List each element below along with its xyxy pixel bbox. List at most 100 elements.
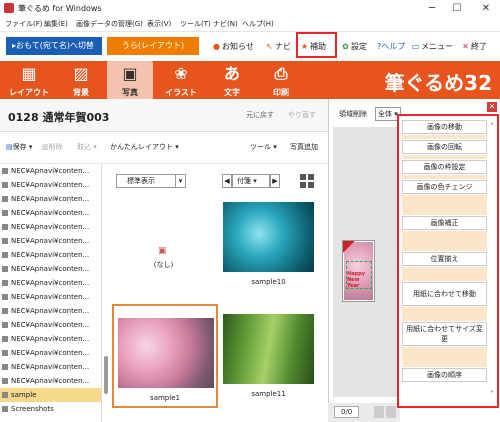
folder-item[interactable]: NEC¥Apnavi¥conten... — [0, 234, 101, 248]
folder-item[interactable]: NEC¥Apnavi¥conten... — [0, 346, 101, 360]
chevron-down-icon: ▾ — [175, 175, 185, 187]
thumbnail-sample1[interactable]: sample1 — [112, 304, 218, 408]
folder-item[interactable]: NEC¥Apnavi¥conten... — [0, 374, 101, 388]
folder-item[interactable]: NEC¥Apnavi¥conten... — [0, 178, 101, 192]
delete-button[interactable]: ▥削除 — [42, 142, 63, 152]
save-button[interactable]: ▤保存 ▾ — [6, 142, 32, 152]
folder-item[interactable]: sample — [0, 388, 101, 402]
folder-item[interactable]: NEC¥Apnavi¥conten... — [0, 276, 101, 290]
menu-file[interactable]: ファイル(F) — [5, 19, 43, 29]
tab-layout[interactable]: ▦ レイアウト — [6, 61, 52, 99]
thumbnail-none[interactable]: ▣ (なし) — [112, 198, 215, 290]
option-spacer — [402, 347, 487, 367]
tag-filter-select[interactable]: 付箋 ▾ — [232, 174, 270, 188]
menu-edit[interactable]: 編集(E) — [44, 19, 68, 29]
option-button[interactable]: 画像の色チェンジ — [402, 180, 487, 194]
card-preview[interactable]: Happy New Year — [342, 240, 375, 302]
folder-item[interactable]: NEC¥Apnavi¥conten... — [0, 192, 101, 206]
folder-label: NEC¥Apnavi¥conten... — [11, 181, 90, 189]
simple-layout-button[interactable]: かんたんレイアウト ▾ — [110, 142, 179, 152]
next-tag-button[interactable]: ▶ — [270, 174, 280, 188]
thumbnail-sample11[interactable]: sample11 — [217, 310, 320, 402]
thumbnail-caption: sample11 — [251, 390, 286, 398]
menu-label: メニュー — [421, 42, 453, 51]
menu-bar: ファイル(F) 編集(E) 画像データの管理(G) 表示(V) ツール(T) ナ… — [0, 17, 500, 31]
folder-item[interactable]: NEC¥Apnavi¥conten... — [0, 262, 101, 276]
thumbnail-sample10[interactable]: sample10 — [217, 198, 320, 290]
folder-scrollbar[interactable] — [104, 356, 108, 394]
menu-navi[interactable]: ナビ(N) — [213, 19, 238, 29]
undo-button[interactable]: 元に戻す — [246, 110, 274, 120]
folder-item[interactable]: NEC¥Apnavi¥conten... — [0, 206, 101, 220]
help-button[interactable]: ?ヘルプ — [377, 39, 405, 55]
tab-text-label: 文字 — [224, 88, 240, 97]
printer-icon: ⎙ — [274, 64, 288, 83]
thumbnail-caption: sample1 — [150, 394, 180, 402]
tab-print[interactable]: ⎙ 印刷 — [258, 61, 304, 99]
next-page-button[interactable] — [386, 406, 396, 418]
folder-label: NEC¥Apnavi¥conten... — [11, 167, 90, 175]
tab-text[interactable]: あ 文字 — [209, 61, 255, 99]
menu-view[interactable]: 表示(V) — [147, 19, 171, 29]
folder-item[interactable]: Screenshots — [0, 402, 101, 416]
app-icon — [4, 3, 14, 13]
back-side-tab[interactable]: うら(レイアウト) — [107, 37, 199, 55]
option-button[interactable]: 画像の枠設定 — [402, 160, 487, 174]
option-button[interactable]: 画像の回転 — [402, 140, 487, 154]
chevron-down-icon[interactable]: ˅ — [490, 390, 494, 399]
layout-icon: ▦ — [21, 64, 37, 83]
minimize-button[interactable]: ─ — [418, 0, 446, 17]
add-photo-button[interactable]: 写真追加 — [290, 142, 318, 152]
exit-button[interactable]: ✕ 終了 — [461, 39, 487, 55]
menu-image-data[interactable]: 画像データの管理(G) — [76, 19, 143, 29]
menu-button[interactable]: ▭ メニュー — [411, 39, 453, 55]
folder-icon — [2, 182, 8, 188]
settings-button[interactable]: ✿ 設定 — [341, 39, 367, 55]
area-delete-button[interactable]: 領域削除 — [339, 109, 367, 119]
navi-button[interactable]: ↖ ナビ — [265, 39, 291, 55]
prev-tag-button[interactable]: ◀ — [222, 174, 232, 188]
display-mode-select[interactable]: 標準表示 ▾ — [116, 174, 186, 188]
chevron-up-icon[interactable]: ˄ — [490, 122, 494, 131]
folder-icon — [2, 266, 8, 272]
navi-icon: ↖ — [266, 42, 273, 51]
folder-item[interactable]: NEC¥Apnavi¥conten... — [0, 290, 101, 304]
tools-button[interactable]: ツール ▾ — [250, 142, 277, 152]
grid-view-icon[interactable] — [300, 174, 314, 188]
option-button[interactable]: 画像の順序 — [402, 368, 487, 382]
folder-label: NEC¥Apnavi¥conten... — [11, 335, 90, 343]
redo-button[interactable]: やり直す — [288, 110, 316, 120]
folder-item[interactable]: NEC¥Apnavi¥conten... — [0, 360, 101, 374]
save-icon: ▤ — [6, 143, 13, 151]
import-button[interactable]: 取込 ▾ — [77, 142, 97, 152]
menu-tools[interactable]: ツール(T) — [180, 19, 211, 29]
option-button[interactable]: 画像補正 — [402, 216, 487, 230]
maximize-button[interactable]: ☐ — [443, 0, 471, 17]
folder-item[interactable]: NEC¥Apnavi¥conten... — [0, 248, 101, 262]
exit-label: 終了 — [471, 42, 487, 51]
panel-close-icon[interactable]: ✕ — [487, 102, 497, 112]
option-button[interactable]: 用紙に合わせてサイズ変更 — [402, 322, 487, 346]
folder-item[interactable]: NEC¥Apnavi¥conten... — [0, 318, 101, 332]
option-button[interactable]: 用紙に合わせて移動 — [402, 282, 487, 306]
folder-item[interactable]: NEC¥Apnavi¥conten... — [0, 304, 101, 318]
tab-illust[interactable]: ❀ イラスト — [158, 61, 204, 99]
settings-label: 設定 — [351, 42, 367, 51]
folder-icon — [2, 196, 8, 202]
close-button[interactable]: ✕ — [472, 0, 500, 17]
notice-label: お知らせ — [222, 42, 254, 51]
folder-label: NEC¥Apnavi¥conten... — [11, 209, 90, 217]
menu-help[interactable]: ヘルプ(H) — [242, 19, 274, 29]
tab-background[interactable]: ▨ 背景 — [58, 61, 104, 99]
option-button[interactable]: 画像の移動 — [402, 120, 487, 134]
notice-button[interactable]: ● お知らせ — [212, 39, 254, 55]
folder-item[interactable]: NEC¥Apnavi¥conten... — [0, 332, 101, 346]
tab-photo[interactable]: ▣ 写真 — [107, 61, 153, 99]
prev-page-button[interactable] — [374, 406, 384, 418]
folder-item[interactable]: NEC¥Apnavi¥conten... — [0, 220, 101, 234]
folder-item[interactable]: NEC¥Apnavi¥conten... — [0, 164, 101, 178]
front-side-switch-button[interactable]: ▸おもて(宛て名)へ切替 — [6, 37, 102, 55]
folder-icon — [2, 280, 8, 286]
options-scrollbar[interactable]: ˄ ˅ — [489, 120, 497, 405]
option-button[interactable]: 位置揃え — [402, 252, 487, 266]
